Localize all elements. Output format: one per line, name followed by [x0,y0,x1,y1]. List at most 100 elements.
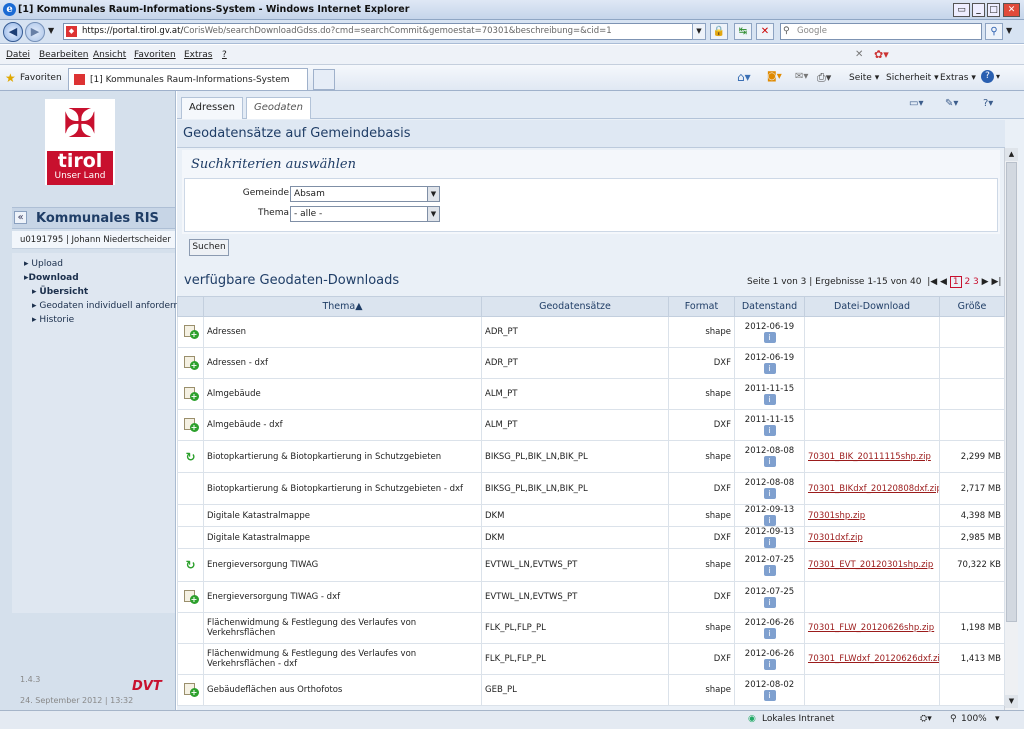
zoom-level[interactable]: 100% [961,714,987,724]
search-button[interactable]: Suchen [189,239,229,256]
page-link[interactable]: 2 [964,277,970,287]
close-menu-icon[interactable]: ✕ [855,49,863,60]
info-icon[interactable]: i [763,564,776,576]
vertical-scrollbar[interactable]: ▲ ▼ [1004,148,1018,710]
download-link[interactable]: 70301_FLW_20120626shp.zip [808,623,934,633]
url-dropdown-icon[interactable]: ▼ [692,23,706,40]
tab-adressen[interactable]: Adressen [181,97,243,119]
maximize-button[interactable]: □ [987,3,1000,17]
help-icon[interactable]: ? [981,70,994,83]
thema-cell: Adressen - dxf [203,347,482,379]
search-button-icon[interactable]: ⚲ [985,23,1003,40]
feeds-icon[interactable]: ◙▾ [767,71,782,82]
col-thema-header[interactable]: Thema▲ [203,296,482,317]
tab-geodaten[interactable]: Geodaten [246,97,311,119]
minimize-button[interactable]: _ [972,3,985,17]
refresh-icon[interactable]: ↻ [185,450,195,464]
add-download-icon[interactable]: + [183,417,199,432]
mail-icon[interactable]: ✉▾ [795,71,808,82]
content-help-icon[interactable]: ?▾ [983,98,1011,114]
download-link[interactable]: 70301_EVT_20120301shp.zip [808,560,933,570]
scroll-up-icon[interactable]: ▲ [1005,148,1018,161]
add-download-icon[interactable]: + [183,355,199,370]
security-menu[interactable]: Sicherheit ▾ [886,73,939,83]
scroll-down-icon[interactable]: ▼ [1005,695,1018,708]
forward-button[interactable]: ▶ [25,22,45,42]
protected-mode-icon[interactable]: ⛭▾ [920,714,932,724]
col-groesse-header[interactable]: Größe [939,296,1005,317]
page-link-current[interactable]: 1 [949,276,962,288]
menu-help[interactable]: ? [222,50,227,60]
favorites-button[interactable]: Favoriten [20,73,62,83]
lock-icon[interactable]: 🔒 [710,23,728,40]
search-input[interactable]: Google [780,23,982,40]
print-icon[interactable]: ⎙▾ [817,71,831,85]
add-download-icon[interactable]: + [183,386,199,401]
menu-ansicht[interactable]: Ansicht [93,50,126,60]
print-view-icon[interactable]: ▭▾ [909,98,937,114]
download-link[interactable]: 70301dxf.zip [808,533,863,543]
info-icon[interactable]: i [763,627,776,639]
col-datenstand-header[interactable]: Datenstand [734,296,805,317]
page-link[interactable]: 3 [973,277,979,287]
page-menu[interactable]: Seite ▾ [849,73,879,83]
back-button[interactable]: ◀ [3,22,23,42]
tools-icon[interactable]: ✎▾ [945,98,973,114]
home-icon[interactable]: ⌂▾ [737,70,751,84]
download-link[interactable]: 70301_BIK_20111115shp.zip [808,452,931,462]
collapse-icon[interactable]: « [14,211,27,224]
info-icon[interactable]: i [763,515,776,526]
zoom-icon[interactable]: ⚲ [950,714,957,724]
gemeinde-select[interactable]: Absam ▼ [290,186,440,202]
menu-favoriten[interactable]: Favoriten [134,50,176,60]
info-icon[interactable]: i [763,331,776,343]
menu-bearbeiten[interactable]: Bearbeiten [39,50,88,60]
info-icon[interactable]: i [763,596,776,608]
col-format-header[interactable]: Format [668,296,735,317]
search-options-icon[interactable]: ▼ [1006,26,1012,35]
last-page-icon[interactable]: ▶| [991,277,1001,287]
download-link[interactable]: 70301_BIKdxf_20120808dxf.zip [808,484,939,494]
add-download-icon[interactable]: + [183,589,199,604]
sidebar-item-download[interactable]: ▸Download [24,273,79,283]
stop-icon[interactable]: ✕ [756,23,774,40]
download-link[interactable]: 70301shp.zip [808,511,865,521]
eagle-icon: ✠ [63,101,97,147]
prev-page-icon[interactable]: ◀ [940,277,947,287]
info-icon[interactable]: i [763,658,776,670]
addon-icon[interactable]: ✿▾ [874,48,889,61]
menu-datei[interactable]: Datei [6,50,30,60]
col-download-header[interactable]: Datei-Download [804,296,940,317]
download-link[interactable]: 70301_FLWdxf_20120626dxf.zip [808,654,939,664]
info-icon[interactable]: i [763,393,776,405]
compatibility-icon[interactable]: ↹ [734,23,752,40]
info-icon[interactable]: i [763,537,776,548]
help-dropdown-icon[interactable]: ▾ [996,72,1000,81]
scroll-thumb[interactable] [1006,162,1017,622]
refresh-icon[interactable]: ↻ [185,558,195,572]
info-icon[interactable]: i [763,456,776,467]
sidebar-item-uebersicht[interactable]: ▸ Übersicht [32,287,88,297]
close-button[interactable]: ✕ [1003,3,1020,17]
extras-menu[interactable]: Extras ▾ [940,73,976,83]
thema-select[interactable]: - alle - ▼ [290,206,440,222]
col-geodatensaetze-header[interactable]: Geodatensätze [481,296,669,317]
info-icon[interactable]: i [763,689,776,701]
first-page-icon[interactable]: |◀ [924,277,937,287]
sidebar-item-geodaten-anfordern[interactable]: ▸ Geodaten individuell anfordern [32,301,179,311]
info-icon[interactable]: i [763,488,776,499]
next-page-icon[interactable]: ▶ [982,277,989,287]
sidebar-item-upload[interactable]: ▸ Upload [24,259,63,269]
sidebar-item-historie[interactable]: ▸ Historie [32,315,74,325]
menu-extras[interactable]: Extras [184,50,212,60]
info-icon[interactable]: i [763,362,776,374]
browser-tab-active[interactable]: [1] Kommunales Raum-Informations-System [68,68,308,90]
history-dropdown-icon[interactable]: ▼ [48,26,54,35]
url-field[interactable]: https://portal.tirol.gv.at/CorisWeb/sear… [63,23,706,40]
new-tab-button[interactable] [313,69,335,90]
restore-toolbar-icon[interactable]: ▭ [953,3,970,17]
info-icon[interactable]: i [763,424,776,436]
add-download-icon[interactable]: + [183,324,199,339]
add-download-icon[interactable]: + [183,682,199,697]
zoom-dropdown-icon[interactable]: ▾ [995,714,1000,724]
